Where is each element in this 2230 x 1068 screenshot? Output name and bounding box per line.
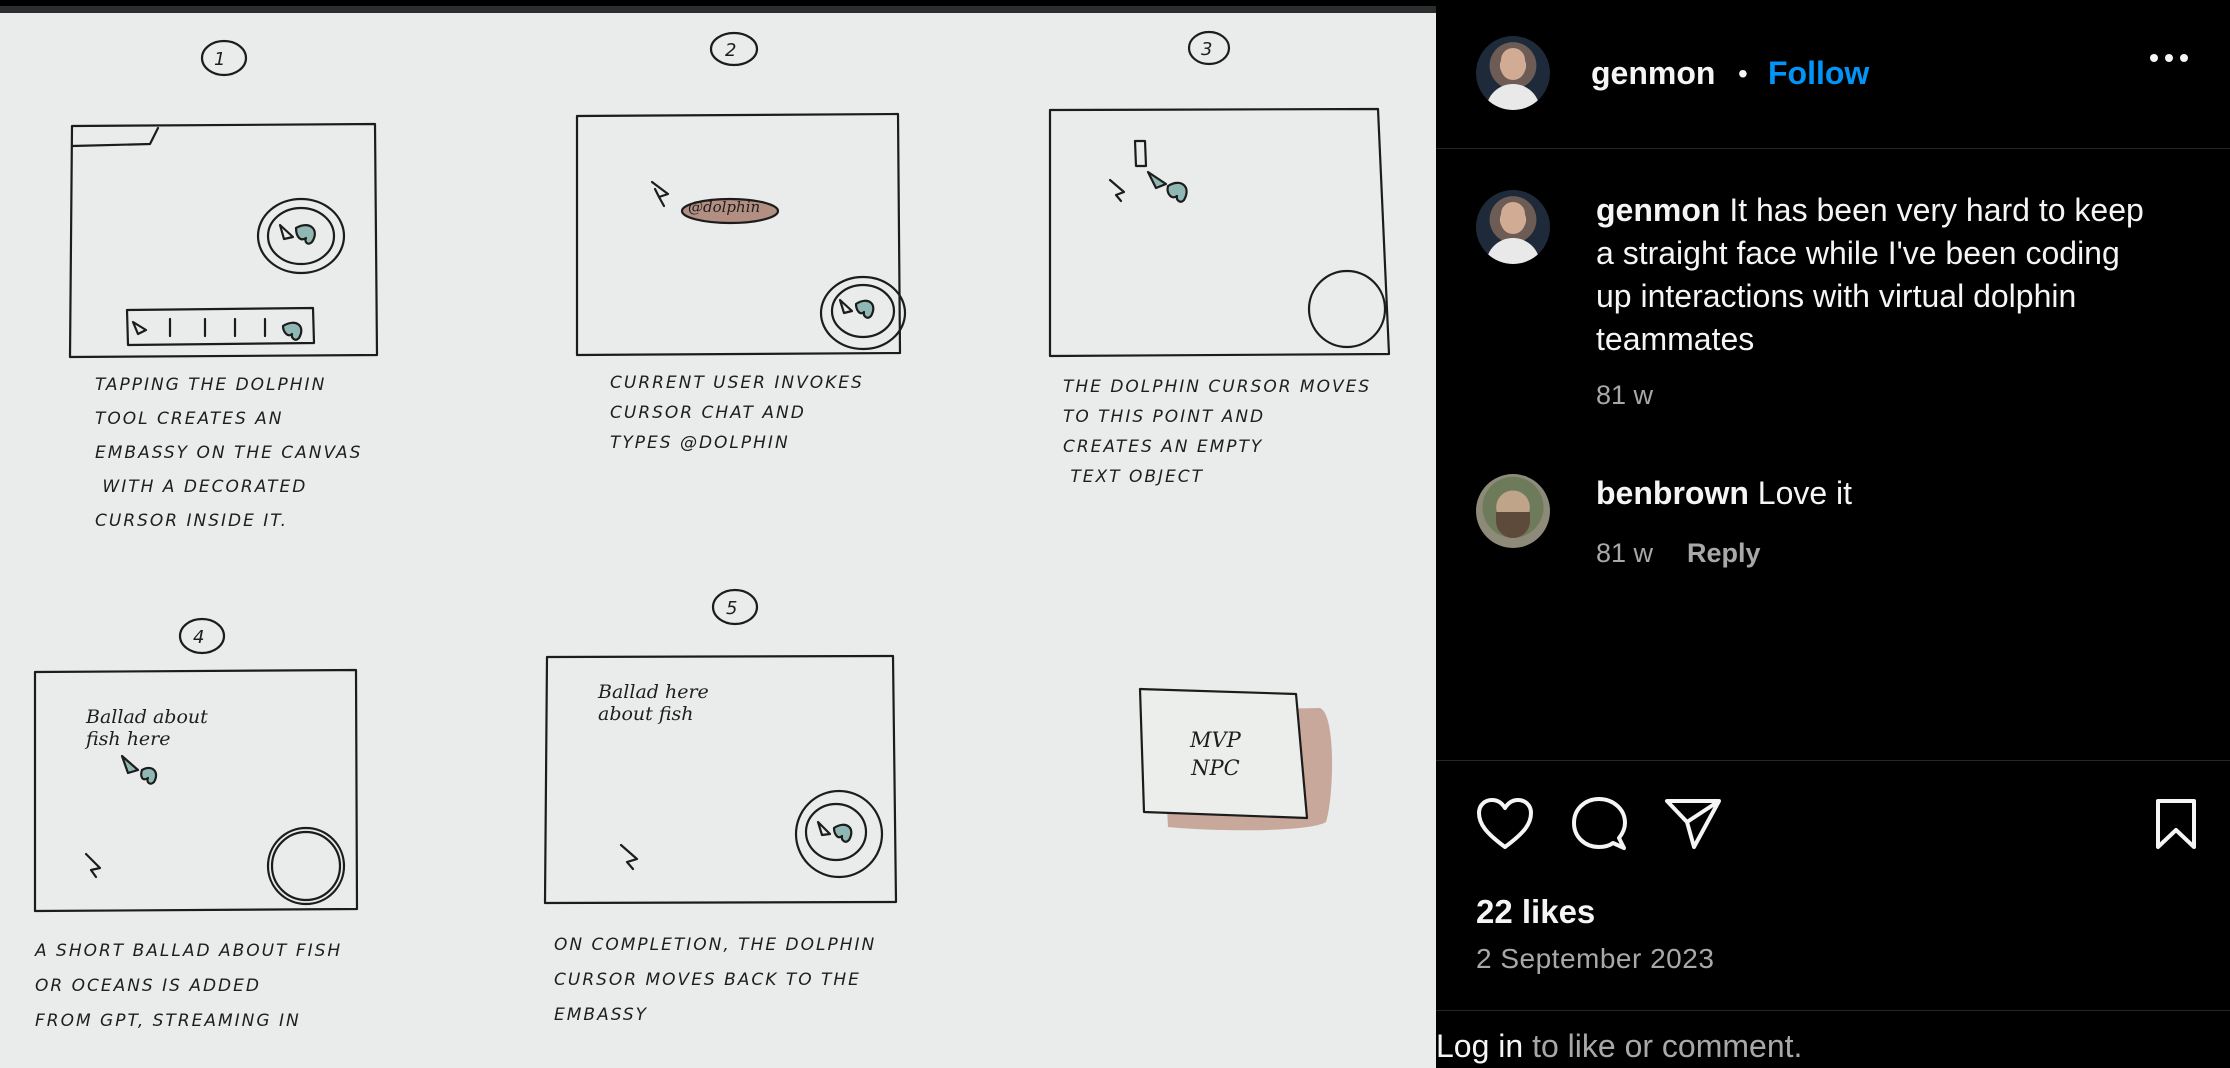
login-prompt-text: to like or comment. xyxy=(1523,1028,1803,1064)
footer-divider xyxy=(1436,1010,2230,1011)
panel-1-caption: TAPPING THE DOLPHIN TOOL CREATES AN EMBA… xyxy=(95,375,363,531)
bookmark-icon[interactable] xyxy=(2154,797,2198,851)
comment-text: Love it xyxy=(1757,475,1853,511)
panel-4-number: 4 xyxy=(193,627,205,648)
more-options-icon[interactable] xyxy=(2150,54,2190,64)
panel-3-caption: THE DOLPHIN CURSOR MOVES TO THIS POINT A… xyxy=(1063,377,1372,487)
panel-5-number: 5 xyxy=(726,598,738,619)
instagram-post-view: 1 2 3 4 5 @dolphin Ballad about fish her… xyxy=(0,0,2230,1068)
panel-2-number: 2 xyxy=(725,40,737,61)
comment-age: 81 w xyxy=(1596,380,1654,410)
panel-1-number: 1 xyxy=(214,49,226,70)
reply-button[interactable]: Reply xyxy=(1687,538,1761,569)
panel-1-dolphins xyxy=(281,224,316,341)
author-avatar[interactable] xyxy=(1476,36,1550,110)
comment-age: 81 w xyxy=(1596,538,1654,568)
header-separator: • xyxy=(1738,58,1748,89)
comment-username[interactable]: genmon xyxy=(1596,192,1720,228)
likes-count[interactable]: 22 likes xyxy=(1476,893,1595,931)
login-link[interactable]: Log in xyxy=(1436,1028,1523,1064)
heart-icon[interactable] xyxy=(1476,797,1534,851)
post-side-panel: genmon • Follow genmon It has been very … xyxy=(1436,0,2230,1068)
comment-icon[interactable] xyxy=(1571,796,1627,852)
actions-divider xyxy=(1436,760,2230,761)
panel-5-caption: ON COMPLETION, THE DOLPHIN CURSOR MOVES … xyxy=(554,935,877,1025)
login-prompt: Log in to like or comment. xyxy=(1436,1028,1802,1065)
caption-comment: genmon It has been very hard to keep a s… xyxy=(1596,189,2156,361)
paper-plane-icon[interactable] xyxy=(1664,797,1722,851)
panel-4-caption: A SHORT BALLAD ABOUT FISH OR OCEANS IS A… xyxy=(35,941,343,1031)
comment-avatar-benbrown[interactable] xyxy=(1476,474,1550,548)
panel-2-chat-tag: @dolphin xyxy=(688,198,761,216)
post-image[interactable]: 1 2 3 4 5 @dolphin Ballad about fish her… xyxy=(0,6,1436,1068)
panel-3-frame xyxy=(1048,107,1391,358)
panel-1-frame xyxy=(68,122,379,359)
author-username[interactable]: genmon xyxy=(1591,55,1715,92)
header-divider xyxy=(1436,148,2230,149)
panel-2-frame xyxy=(575,112,907,357)
sticky-note-text: MVP NPC xyxy=(1190,728,1241,780)
comment-item: benbrown Love it xyxy=(1596,472,2156,515)
post-date[interactable]: 2 September 2023 xyxy=(1476,943,1714,975)
follow-button[interactable]: Follow xyxy=(1768,55,1869,92)
panel-3-number: 3 xyxy=(1201,39,1213,60)
panel-4-note: Ballad about fish here xyxy=(86,706,208,750)
comment-avatar-genmon[interactable] xyxy=(1476,190,1550,264)
panel-2-caption: CURRENT USER INVOKES CURSOR CHAT AND TYP… xyxy=(610,373,864,453)
comment-username[interactable]: benbrown xyxy=(1596,475,1749,511)
panel-5-note: Ballad here about fish xyxy=(598,681,709,725)
